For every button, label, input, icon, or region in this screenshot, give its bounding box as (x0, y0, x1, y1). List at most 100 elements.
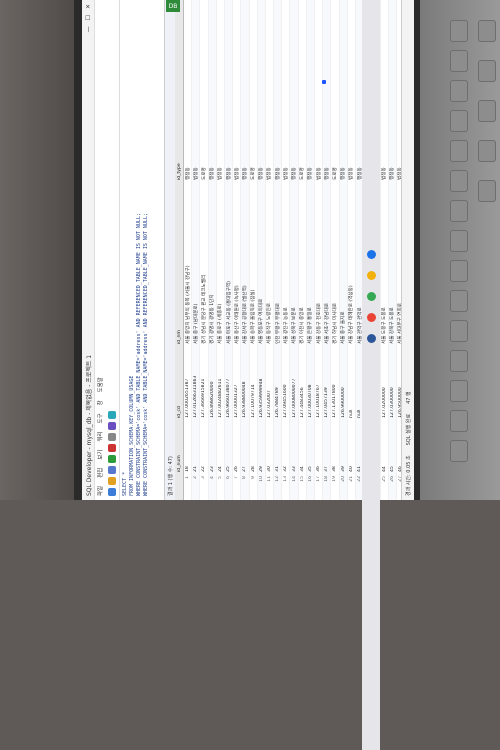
menu-window[interactable]: 창 (96, 400, 104, 405)
table-cell[interactable]: 서울 강동구 천호대로 (316, 182, 322, 346)
table-cell[interactable]: 행정동 (324, 138, 330, 182)
table-cell[interactable]: 127.0457139 (324, 346, 329, 420)
table-row[interactable]: 15 34 127.4483456 경기 이천시 중앙로 도로명 (298, 0, 307, 500)
table-cell[interactable]: 126.7884789 (275, 346, 280, 420)
table-cell[interactable]: 33 (292, 420, 297, 474)
table-cell[interactable]: 행정동 (389, 138, 395, 182)
table-cell[interactable]: 13 (283, 474, 288, 500)
table-row[interactable]: 11 30 127.032007 서울 동작구 노량진로 법정동 (265, 0, 275, 500)
table-cell[interactable]: 서울 송파구 올림픽로 (잠실) (250, 182, 256, 346)
table-cell[interactable]: 경기 이천시 중앙로 (299, 182, 305, 346)
table-cell[interactable]: 30 (267, 420, 272, 474)
table-cell[interactable]: 23 (210, 420, 215, 474)
table-cell[interactable]: 16 (308, 474, 313, 500)
table-cell[interactable]: 2 (193, 474, 198, 500)
table-cell[interactable]: 18 (185, 420, 190, 474)
table-cell[interactable]: 127.00030708 (308, 346, 313, 420)
table-cell[interactable]: 45 (390, 420, 395, 474)
table-cell[interactable]: 3 (201, 474, 206, 500)
export-icon[interactable] (108, 411, 116, 419)
app-icon[interactable] (366, 334, 376, 343)
table-cell[interactable]: 127.09451600 (283, 346, 288, 420)
format-icon[interactable] (108, 433, 116, 441)
sql-editor[interactable]: SELECT * FROM INFORMATION_SCHEMA.KEY_COL… (120, 0, 165, 500)
table-cell[interactable]: 법정동 (283, 138, 289, 182)
column-header[interactable]: id_num (177, 420, 182, 474)
table-cell[interactable]: 26 (234, 420, 239, 474)
table-cell[interactable]: 서울 강서구 공항대로 (발산역) (242, 182, 248, 346)
table-row[interactable]: 2 21 127.01266311863 서울 중구 (남대문로) 법정동 (192, 0, 201, 500)
table-cell[interactable]: 126.9359999948 (259, 346, 264, 420)
table-cell[interactable]: 26 (390, 474, 395, 500)
table-cell[interactable]: 서울 광진구 능동로 (283, 182, 289, 346)
table-cell[interactable]: 20 (341, 474, 346, 500)
maximize-icon[interactable]: ☐ (85, 15, 92, 20)
table-cell[interactable]: 8 (242, 474, 247, 500)
table-cell[interactable]: 127.01266311863 (193, 346, 198, 420)
menu-edit[interactable]: 편집 (96, 468, 104, 478)
table-cell[interactable]: 11 (267, 474, 272, 500)
table-cell[interactable]: 31 (275, 420, 280, 474)
column-header[interactable]: id_type (177, 138, 182, 182)
db-tab-badge[interactable]: DB (166, 0, 180, 12)
table-row[interactable]: 16 35 127.00030708 서울 은평구 통일로 행정동 (306, 0, 315, 500)
table-cell[interactable]: 행정동 (291, 138, 297, 182)
table-cell[interactable]: 32 (283, 420, 288, 474)
table-cell[interactable]: 36 (316, 420, 321, 474)
result-tab[interactable]: 결과 1 (행 수: 47) (167, 456, 174, 496)
table-cell[interactable]: null (349, 346, 354, 420)
menu-tools[interactable]: 도구 (96, 413, 104, 423)
table-cell[interactable]: 28 (251, 420, 256, 474)
table-cell[interactable]: 40 (349, 420, 354, 474)
explain-icon[interactable] (108, 422, 116, 430)
table-row[interactable]: 18 37 127.0457139 서울 서초구 강남대로 행정동 (323, 0, 332, 500)
table-cell[interactable]: 34 (300, 420, 305, 474)
table-cell[interactable]: 행정동 (226, 138, 232, 182)
table-row[interactable]: 14 33 127.0008000077 서울 성북구 보문로 행정동 (290, 0, 299, 500)
table-cell[interactable]: 행정동 (307, 138, 313, 182)
table-cell[interactable]: 27 (242, 420, 247, 474)
table-cell[interactable]: 126.898620000 (210, 346, 215, 420)
table-cell[interactable]: 행정동 (340, 138, 346, 182)
table-cell[interactable]: 21 (349, 474, 354, 500)
table-cell[interactable]: 법정동 (381, 138, 387, 182)
table-cell[interactable]: 법정동 (217, 138, 223, 182)
table-cell[interactable]: 인천 부평구 부평대로 (275, 182, 281, 346)
table-cell[interactable]: 행정동 (185, 138, 191, 182)
menu-view[interactable]: 보기 (96, 450, 104, 460)
table-cell[interactable]: 도로명 (201, 138, 207, 182)
table-cell[interactable]: 도로명 (332, 138, 338, 182)
table-cell[interactable]: 서울 중구 (남대문로) (193, 182, 199, 346)
table-cell[interactable]: 19 (332, 474, 337, 500)
table-cell[interactable]: 12 (275, 474, 280, 500)
table-row[interactable]: 7 26 127.00001327 서울 용산구 이태원로 (녹사평) 법정동 (233, 0, 242, 500)
table-cell[interactable]: 서울 마포구 서교동 (홍대입구역) (226, 182, 232, 346)
minimize-icon[interactable]: — (85, 26, 92, 32)
table-cell[interactable]: 127.0008000077 (292, 346, 297, 420)
table-cell[interactable]: 127.0300000 (390, 346, 395, 420)
table-cell[interactable]: 서울 강북구 도봉로 (389, 182, 395, 346)
table-cell[interactable]: 127.10079714 (251, 346, 256, 420)
table-cell[interactable]: 서울 종로구 (세종로) (217, 182, 223, 346)
table-row[interactable]: 1 18 127.0002651387 서울 중앙지 남부의 동쪽 (서울시 강남구)… (184, 0, 193, 500)
table-row[interactable]: 19 38 127.13017800 경기 하남시 미사대로 도로명 (331, 0, 340, 500)
table-cell[interactable]: 127.3666915821 (201, 346, 206, 420)
stop-icon[interactable] (108, 444, 116, 452)
table-row[interactable]: 13 32 127.09451600 서울 광진구 능동로 법정동 (282, 0, 291, 500)
new-query-icon[interactable] (108, 488, 116, 496)
table-row[interactable]: 6 25 126.9660138077 서울 마포구 서교동 (홍대입구역) 행정동 (224, 0, 234, 500)
table-row[interactable]: 26 45 127.0300000 서울 강북구 도봉로 행정동 (388, 0, 397, 500)
folder-icon[interactable] (366, 271, 376, 280)
table-cell[interactable]: 29 (259, 420, 264, 474)
table-cell[interactable]: 127.4483456 (300, 346, 305, 420)
table-cell[interactable]: 127.0024882611 (218, 346, 223, 420)
close-icon[interactable]: ✕ (85, 4, 92, 9)
table-cell[interactable]: 법정동 (193, 138, 199, 182)
table-cell[interactable]: 127.13017800 (332, 346, 337, 420)
table-cell[interactable]: 법정동 (316, 138, 322, 182)
table-cell[interactable]: 44 (382, 420, 387, 474)
table-cell[interactable]: 법정동 (234, 138, 240, 182)
table-row[interactable]: 4 23 126.898620000 경기 광명시 광명동 1단지 행정동 (208, 0, 217, 500)
table-cell[interactable]: 7 (234, 474, 239, 500)
table-cell[interactable]: 행정동 (242, 138, 248, 182)
